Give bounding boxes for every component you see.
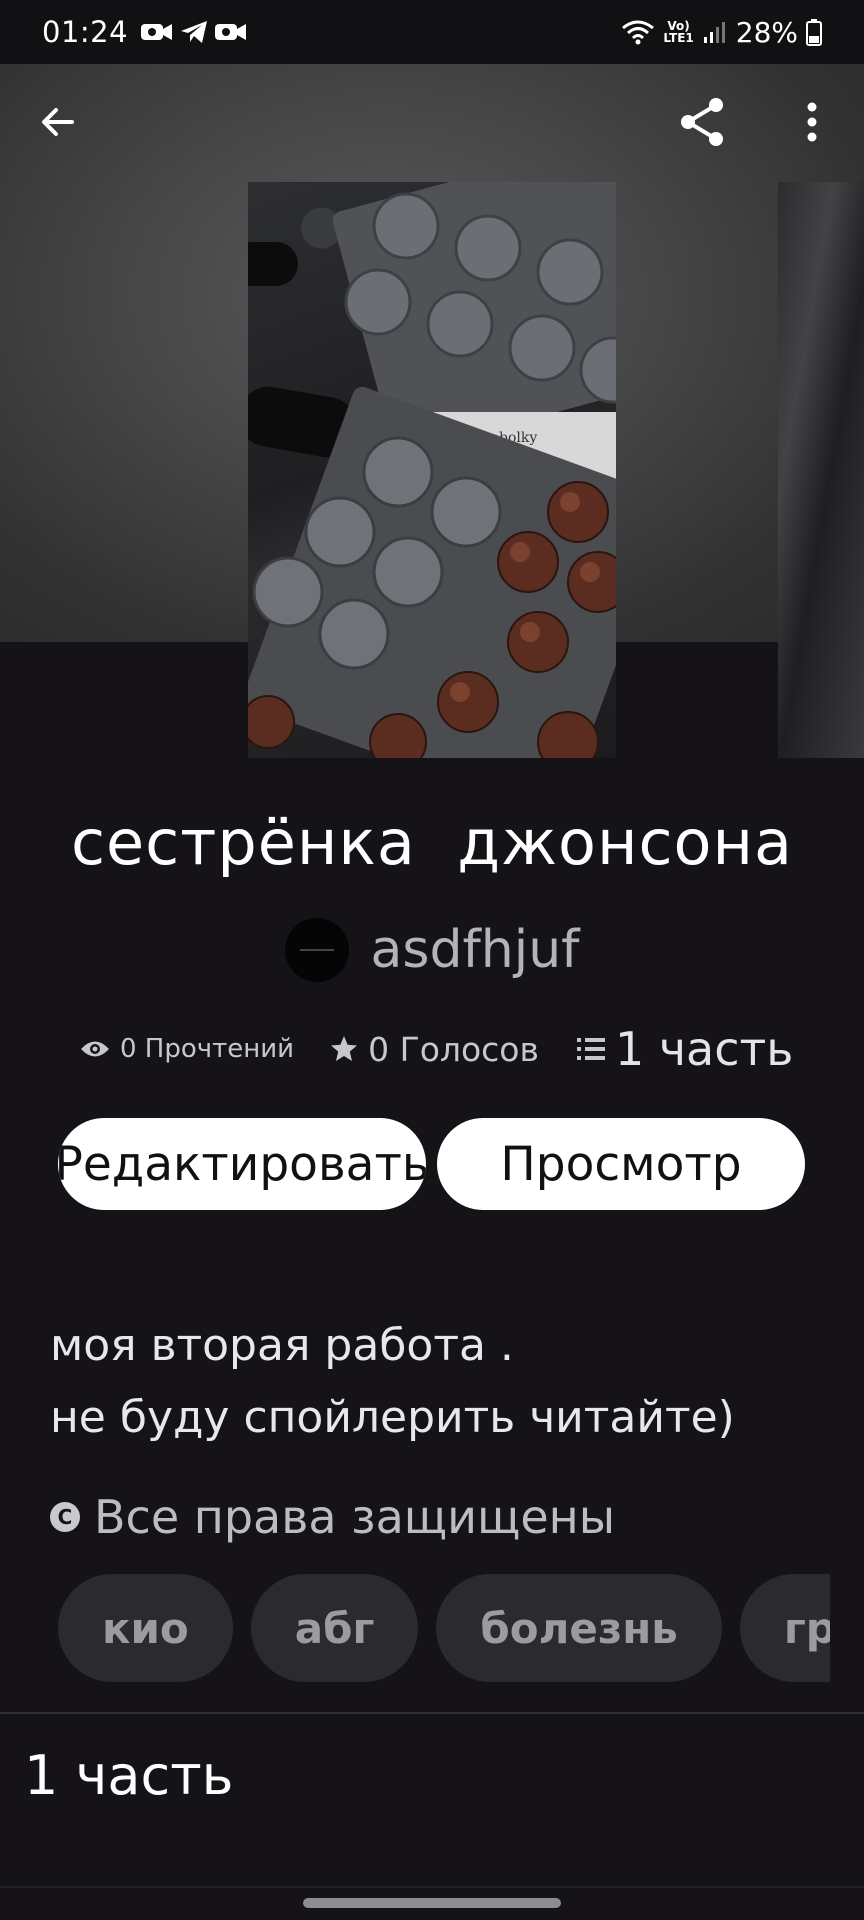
copyright-icon: C xyxy=(50,1502,80,1532)
list-icon xyxy=(576,1038,605,1060)
edit-button[interactable]: Редактировать xyxy=(58,1118,426,1210)
description-line-1: моя вторая работа . xyxy=(50,1320,514,1371)
more-options-button[interactable] xyxy=(782,92,842,152)
telegram-icon xyxy=(181,21,208,43)
next-cover-preview[interactable] xyxy=(778,182,864,758)
section-divider-bottom xyxy=(0,1886,864,1888)
tags-list: кио абг болезнь гриф xyxy=(58,1574,830,1682)
copyright-label: Все права защищены xyxy=(94,1490,616,1544)
parts-heading[interactable]: 1 часть xyxy=(24,1744,234,1807)
video-call-icon xyxy=(141,24,173,40)
network-type: Vo) LTE1 xyxy=(663,19,694,45)
pills-illustration: tvrdé tobolky omeprazolum RO.MED.CS xyxy=(248,182,616,758)
story-description: моя вторая работа . не буду спойлерить ч… xyxy=(50,1310,830,1454)
tag-chip[interactable]: гриф xyxy=(739,1574,830,1682)
status-notification-icons xyxy=(140,20,248,44)
status-time: 01:24 xyxy=(42,15,129,49)
star-icon xyxy=(331,1036,358,1061)
gesture-home-bar[interactable] xyxy=(303,1898,561,1908)
parts-stat: 1 часть xyxy=(576,1022,794,1076)
author-name[interactable]: asdfhjuf xyxy=(371,920,580,980)
preview-button[interactable]: Просмотр xyxy=(437,1118,805,1210)
parts-count: 1 часть xyxy=(614,1022,794,1076)
wifi-icon xyxy=(622,20,655,45)
more-vert-icon xyxy=(807,102,817,142)
votes-stat: 0 Голосов xyxy=(330,1030,539,1069)
reads-stat: 0 Прочтений xyxy=(80,1034,294,1064)
copyright-row: C Все права защищены xyxy=(50,1490,615,1544)
battery-icon xyxy=(806,19,822,46)
status-bar: 01:24 Vo) LTE1 28% xyxy=(0,0,864,64)
section-divider xyxy=(0,1712,864,1714)
story-stats: 0 Прочтений 0 Голосов 1 часть xyxy=(80,1022,800,1076)
back-button[interactable] xyxy=(28,92,88,152)
votes-count: 0 Голосов xyxy=(368,1029,539,1069)
description-line-2: не буду спойлерить читайте) xyxy=(50,1392,735,1443)
tag-chip[interactable]: абг xyxy=(250,1574,419,1682)
story-details-screen: 01:24 Vo) LTE1 28% сестрёнка джонсона as… xyxy=(0,0,864,1920)
share-button[interactable] xyxy=(673,92,733,152)
eye-icon xyxy=(81,1041,109,1057)
author-row[interactable]: asdfhjuf xyxy=(0,918,864,982)
share-icon xyxy=(681,98,723,146)
author-avatar[interactable] xyxy=(284,918,349,982)
arrow-left-icon xyxy=(42,108,74,136)
signal-icon xyxy=(703,22,725,43)
story-title: сестрёнка джонсона xyxy=(70,806,794,879)
reads-count: 0 Прочтений xyxy=(120,1034,295,1064)
tag-chip[interactable]: болезнь xyxy=(436,1574,722,1682)
avatar-mark xyxy=(299,949,334,951)
status-system-icons: Vo) LTE1 28% xyxy=(621,16,822,49)
video-call-icon-2 xyxy=(215,24,247,40)
story-cover-image: tvrdé tobolky omeprazolum RO.MED.CS xyxy=(248,182,616,758)
tag-chip[interactable]: кио xyxy=(58,1574,233,1682)
battery-percent: 28% xyxy=(735,15,798,49)
